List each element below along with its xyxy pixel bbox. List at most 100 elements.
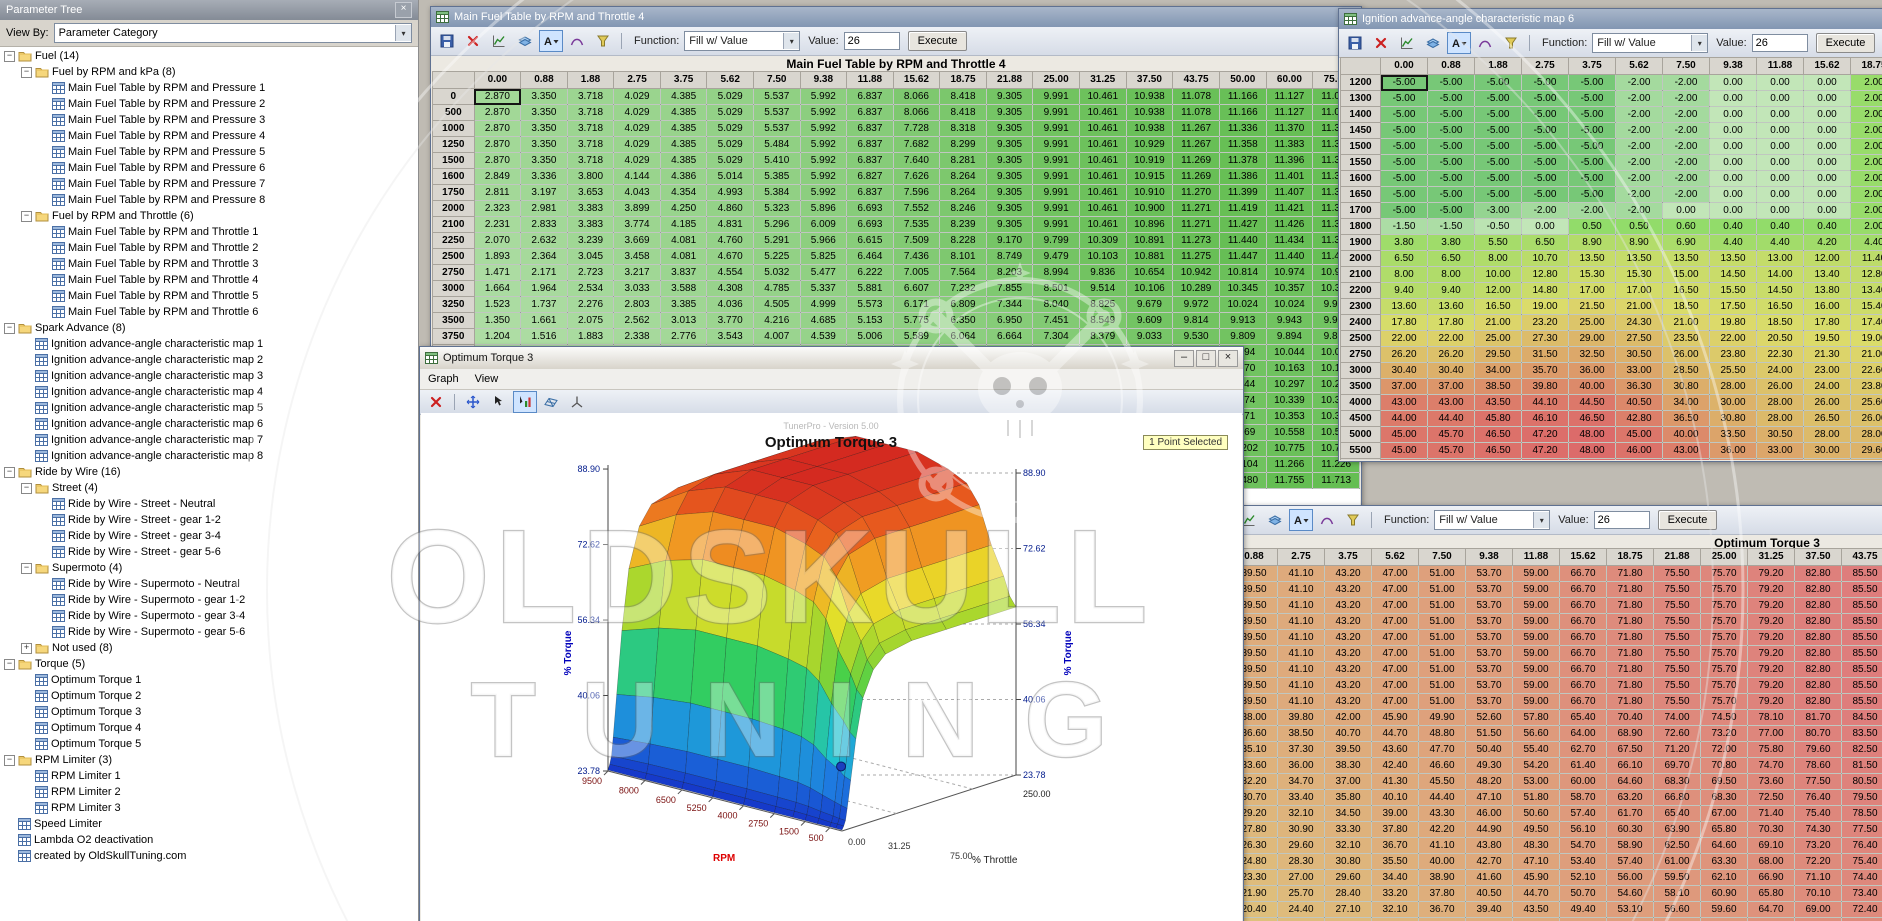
grid-cell[interactable]: 2.776 — [660, 329, 707, 345]
grid-cell[interactable]: 21.00 — [1475, 315, 1522, 331]
grid-cell[interactable]: -5.00 — [1475, 75, 1522, 91]
grid-cell[interactable]: 51.00 — [1419, 678, 1466, 694]
grid-cell[interactable]: -5.00 — [1569, 123, 1616, 139]
grid-cell[interactable]: 15.50 — [1710, 283, 1757, 299]
grid-cell[interactable]: 82.80 — [1795, 614, 1842, 630]
grid-cell[interactable]: 9.530 — [1173, 329, 1220, 345]
tree-item[interactable]: Main Fuel Table by RPM and Throttle 2 — [0, 240, 418, 256]
tree-item[interactable]: Ignition advance-angle characteristic ma… — [0, 448, 418, 464]
grid-cell[interactable]: 8.066 — [893, 89, 940, 105]
grid-cell[interactable]: 7.552 — [893, 201, 940, 217]
grid-cell[interactable]: 71.80 — [1607, 646, 1654, 662]
grid-cell[interactable]: 6.464 — [847, 249, 894, 265]
grid-cell[interactable]: 8.246 — [940, 201, 987, 217]
grid-cell[interactable]: 64.60 — [1701, 838, 1748, 854]
grid-cell[interactable]: 59.00 — [1513, 630, 1560, 646]
grid-cell[interactable]: 56.60 — [1654, 902, 1701, 918]
grid-cell[interactable]: 3.336 — [521, 169, 568, 185]
grid-cell[interactable]: 24.00 — [1757, 363, 1804, 379]
grid-cell[interactable]: 0.00 — [1804, 107, 1851, 123]
grid-cell[interactable]: 3.217 — [614, 265, 661, 281]
grid-cell[interactable]: 82.80 — [1795, 582, 1842, 598]
grid-cell[interactable]: 57.40 — [1560, 806, 1607, 822]
grid-cell[interactable]: 51.00 — [1419, 614, 1466, 630]
grid-cell[interactable]: 13.80 — [1804, 283, 1851, 299]
grid-cell[interactable]: 3.718 — [567, 105, 614, 121]
grid-cell[interactable]: 0.00 — [1710, 123, 1757, 139]
grid-cell[interactable]: 11.399 — [1219, 185, 1266, 201]
grid-cell[interactable]: 5.992 — [800, 89, 847, 105]
grid-cell[interactable]: -5.00 — [1522, 171, 1569, 187]
grid-cell[interactable]: 6.50 — [1381, 251, 1428, 267]
tree-item[interactable]: Main Fuel Table by RPM and Pressure 5 — [0, 144, 418, 160]
grid-cell[interactable]: 1.204 — [474, 329, 521, 345]
grid-cell[interactable]: 16.00 — [1804, 299, 1851, 315]
grid-cell[interactable]: 51.70 — [1607, 918, 1654, 921]
grid-cell[interactable]: 3.837 — [660, 265, 707, 281]
grid-cell[interactable]: -5.00 — [1522, 123, 1569, 139]
grid-cell[interactable]: 41.10 — [1278, 662, 1325, 678]
grid-cell[interactable]: 0.00 — [1757, 91, 1804, 107]
grid-cell[interactable]: 10.309 — [1079, 233, 1126, 249]
grid-cell[interactable]: 51.00 — [1419, 598, 1466, 614]
grid-cell[interactable]: 51.00 — [1419, 662, 1466, 678]
grid-cell[interactable]: 76.40 — [1842, 838, 1882, 854]
grid-cell[interactable]: 10.900 — [1126, 201, 1173, 217]
grid-cell[interactable]: 82.80 — [1795, 662, 1842, 678]
grid-cell[interactable]: 9.514 — [1079, 281, 1126, 297]
grid-cell[interactable]: 60.90 — [1701, 886, 1748, 902]
grid-cell[interactable]: -5.00 — [1428, 139, 1475, 155]
clear-icon[interactable] — [461, 30, 485, 52]
grid-cell[interactable]: 2.171 — [521, 265, 568, 281]
grid-cell[interactable]: 41.10 — [1278, 678, 1325, 694]
grid-cell[interactable]: 34.00 — [1663, 395, 1710, 411]
grid-cell[interactable]: 8.00 — [1381, 267, 1428, 283]
grid-cell[interactable]: 5.50 — [1475, 235, 1522, 251]
grid-cell[interactable]: 9.991 — [1033, 137, 1080, 153]
grid-cell[interactable]: 46.50 — [1475, 427, 1522, 443]
grid-cell[interactable]: 3.458 — [614, 249, 661, 265]
grid-cell[interactable]: 34.70 — [1278, 774, 1325, 790]
grid-cell[interactable]: 30.40 — [1428, 363, 1475, 379]
grid-cell[interactable]: 3.350 — [521, 121, 568, 137]
grid-cell[interactable]: 43.30 — [1419, 806, 1466, 822]
grid-cell[interactable]: 47.10 — [1466, 790, 1513, 806]
grid-cell[interactable]: 10.00 — [1475, 267, 1522, 283]
grid-cell[interactable]: 24.00 — [1804, 379, 1851, 395]
grid-cell[interactable]: 9.305 — [986, 169, 1033, 185]
value-input[interactable] — [1752, 34, 1808, 52]
grid-cell[interactable]: 64.70 — [1748, 902, 1795, 918]
grid-cell[interactable]: 40.00 — [1569, 379, 1616, 395]
grid-cell[interactable]: 71.80 — [1607, 598, 1654, 614]
grid-cell[interactable]: 2.00 — [1851, 139, 1882, 155]
grid-cell[interactable]: 21.00 — [1851, 347, 1882, 363]
grid-cell[interactable]: 82.80 — [1795, 694, 1842, 710]
grid-cell[interactable]: 59.00 — [1513, 566, 1560, 582]
chevron-down-icon[interactable]: ▾ — [1533, 512, 1549, 528]
grid-cell[interactable]: 2.075 — [567, 313, 614, 329]
grid-cell[interactable]: 9.991 — [1033, 201, 1080, 217]
grid-cell[interactable]: 77.50 — [1842, 822, 1882, 838]
grid-cell[interactable]: -2.00 — [1616, 203, 1663, 219]
grid-cell[interactable]: 13.50 — [1616, 251, 1663, 267]
grid-cell[interactable]: 74.00 — [1654, 710, 1701, 726]
grid-cell[interactable]: 5.410 — [753, 153, 800, 169]
grid-cell[interactable]: 0.00 — [1804, 203, 1851, 219]
grid-cell[interactable]: 45.90 — [1513, 870, 1560, 886]
grid-cell[interactable]: 22.60 — [1851, 363, 1882, 379]
grid-cell[interactable]: 4.029 — [614, 105, 661, 121]
grid-cell[interactable]: 10.461 — [1079, 217, 1126, 233]
tree-item[interactable]: −Street (4) — [0, 480, 418, 496]
grid-cell[interactable]: 36.00 — [1278, 758, 1325, 774]
tree-expander-icon[interactable]: + — [21, 643, 32, 654]
grid-cell[interactable]: 2.323 — [474, 201, 521, 217]
axes-icon[interactable] — [565, 391, 589, 413]
grid-cell[interactable]: 10.974 — [1266, 265, 1313, 281]
grid-cell[interactable]: 37.30 — [1278, 742, 1325, 758]
grid-cell[interactable]: 28.30 — [1278, 854, 1325, 870]
grid-cell[interactable]: 3.045 — [567, 249, 614, 265]
grid-cell[interactable]: 21.00 — [1616, 299, 1663, 315]
grid-cell[interactable]: 28.00 — [1757, 411, 1804, 427]
grid-cell[interactable]: 11.273 — [1173, 233, 1220, 249]
grid-cell[interactable]: 9.991 — [1033, 105, 1080, 121]
